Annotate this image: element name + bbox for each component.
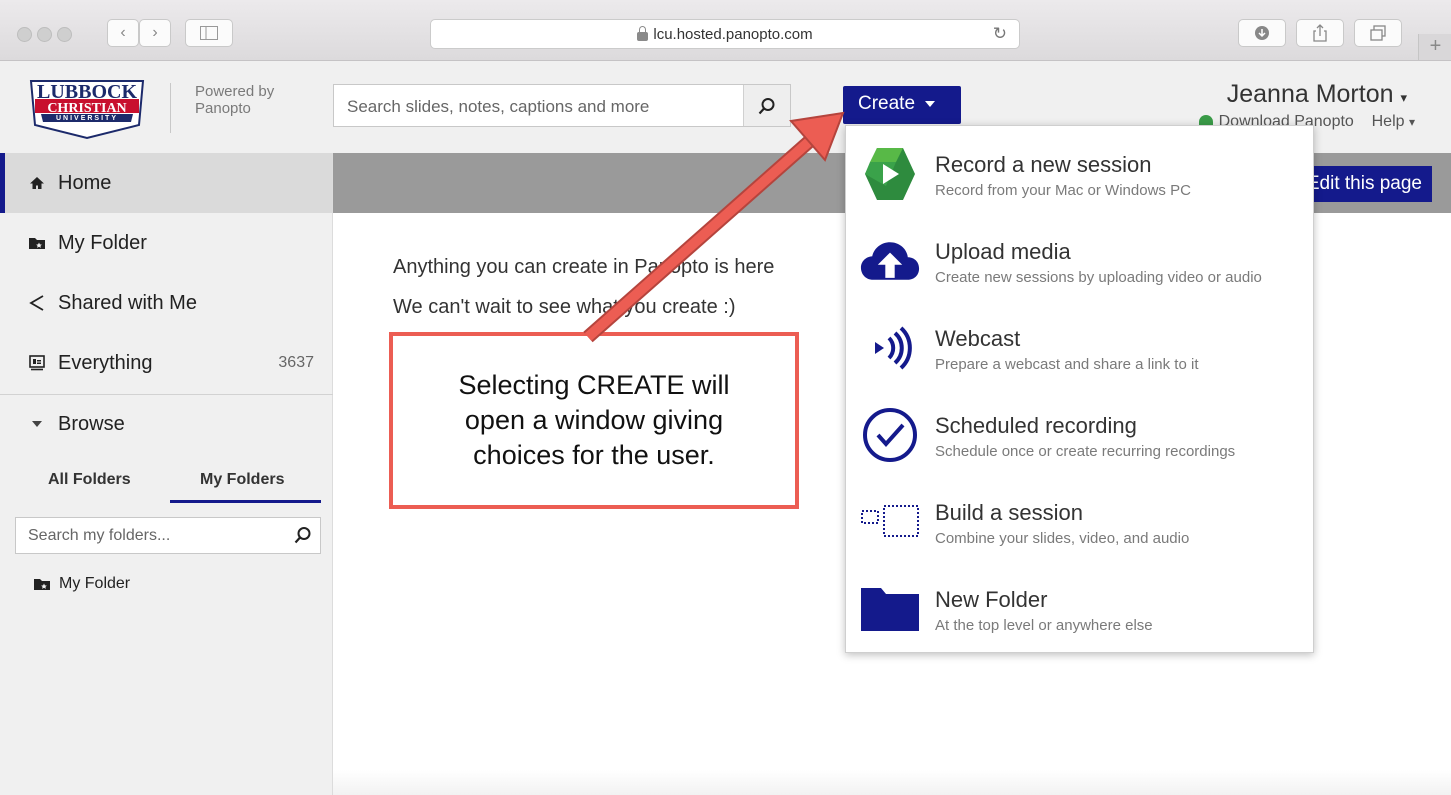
menu-item-scheduled-recording[interactable]: Scheduled recording Schedule once or cre…	[846, 393, 1313, 479]
folder-search-input[interactable]: Search my folders...	[28, 527, 170, 545]
new-tab-button[interactable]: +	[1418, 34, 1451, 60]
browse-toggle[interactable]: Browse	[0, 395, 332, 453]
callout-text: Selecting CREATE will open a window givi…	[458, 370, 730, 470]
menu-item-title: Webcast	[935, 326, 1021, 351]
panopto-record-icon	[860, 146, 920, 202]
folder-tabs: All Folders My Folders	[15, 467, 321, 503]
logo-line-3: UNIVERSITY	[55, 115, 118, 122]
folder-star-icon	[33, 577, 51, 591]
menu-item-subtitle: Combine your slides, video, and audio	[935, 530, 1190, 547]
user-menu[interactable]: Jeanna Morton ▾	[1227, 80, 1407, 109]
create-button-label: Create	[858, 93, 916, 114]
caret-down-icon	[28, 415, 46, 433]
cloud-upload-icon	[860, 233, 920, 289]
menu-item-subtitle: At the top level or anywhere else	[935, 617, 1153, 634]
address-bar[interactable]: lcu.hosted.panopto.com ↻	[430, 19, 1020, 49]
intro-text-line-2: We can't wait to see what you create :)	[393, 296, 736, 318]
menu-item-new-folder[interactable]: New Folder At the top level or anywhere …	[846, 567, 1313, 653]
download-icon	[1255, 26, 1269, 40]
search-input[interactable]: Search slides, notes, captions and more	[347, 97, 649, 117]
sidebar-item-label: Shared with Me	[58, 291, 197, 314]
share-button[interactable]	[1296, 19, 1344, 47]
create-menu: Record a new session Record from your Ma…	[845, 125, 1314, 653]
tab-all-folders[interactable]: All Folders	[48, 471, 131, 489]
sidebar-item-shared[interactable]: Shared with Me	[0, 273, 332, 333]
powered-by-name: Panopto	[195, 100, 251, 117]
minimize-window-icon[interactable]	[37, 27, 52, 42]
forward-icon: ›	[152, 24, 158, 41]
annotation-callout: Selecting CREATE will open a window givi…	[389, 332, 799, 509]
sidebar-item-everything[interactable]: Everything 3637	[0, 333, 332, 393]
powered-by-label: Powered by Panopto	[170, 83, 274, 133]
edit-page-label: Edit this page	[1306, 173, 1422, 194]
close-window-icon[interactable]	[17, 27, 32, 42]
search-icon	[758, 97, 775, 114]
sidebar-item-label: My Folder	[58, 231, 147, 254]
sidebar-item-my-folder[interactable]: My Folder	[0, 213, 332, 273]
tabs-button[interactable]	[1354, 19, 1402, 47]
help-caret-icon: ▾	[1408, 115, 1415, 129]
url-text: lcu.hosted.panopto.com	[653, 25, 813, 43]
menu-item-subtitle: Create new sessions by uploading video o…	[935, 269, 1262, 286]
search-icon[interactable]	[294, 526, 312, 549]
search-button[interactable]	[743, 85, 790, 126]
menu-item-webcast[interactable]: Webcast Prepare a webcast and share a li…	[846, 306, 1313, 392]
university-logo[interactable]: LUBBOCK CHRISTIAN UNIVERSITY	[27, 78, 147, 140]
menu-item-subtitle: Prepare a webcast and share a link to it	[935, 356, 1199, 373]
menu-item-title: New Folder	[935, 587, 1048, 612]
menu-item-title: Build a session	[935, 500, 1083, 525]
zoom-window-icon[interactable]	[57, 27, 72, 42]
active-tab-indicator	[170, 500, 321, 503]
user-name: Jeanna Morton	[1226, 80, 1394, 108]
browser-toolbar: ‹ › lcu.hosted.panopto.com ↻ +	[0, 0, 1451, 61]
sidebar: Home My Folder Shared with Me Everything…	[0, 153, 333, 795]
user-caret-icon: ▾	[1400, 90, 1407, 105]
reload-icon[interactable]: ↻	[993, 24, 1007, 44]
back-icon: ‹	[120, 24, 126, 41]
clock-icon	[860, 407, 920, 463]
menu-item-build-session[interactable]: Build a session Combine your slides, vid…	[846, 480, 1313, 566]
menu-item-subtitle: Record from your Mac or Windows PC	[935, 182, 1191, 199]
tabs-icon	[1370, 25, 1386, 41]
sidebar-toggle-button[interactable]	[185, 19, 233, 47]
everything-count: 3637	[278, 354, 314, 371]
folder-star-icon	[28, 234, 46, 252]
forward-button[interactable]: ›	[139, 19, 171, 47]
sidebar-item-label: Home	[58, 171, 112, 194]
menu-item-title: Upload media	[935, 239, 1071, 264]
bottom-strip	[333, 770, 1451, 795]
share-icon	[28, 294, 46, 312]
powered-by-text: Powered by	[195, 83, 275, 100]
menu-item-upload-media[interactable]: Upload media Create new sessions by uplo…	[846, 219, 1313, 305]
downloads-button[interactable]	[1238, 19, 1286, 47]
help-link[interactable]: Help	[1372, 113, 1405, 130]
browse-label: Browse	[58, 412, 125, 435]
build-session-icon	[860, 494, 920, 550]
intro-text-line-1: Anything you can create in Panopto is he…	[393, 256, 775, 278]
broadcast-icon	[860, 320, 920, 376]
chevron-down-icon	[925, 100, 936, 107]
sidebar-item-label: Everything	[58, 351, 153, 374]
menu-item-title: Scheduled recording	[935, 413, 1137, 438]
share-sheet-icon	[1313, 24, 1327, 42]
sidebar-toggle-icon	[200, 26, 218, 40]
create-button[interactable]: Create	[843, 86, 961, 124]
menu-item-subtitle: Schedule once or create recurring record…	[935, 443, 1236, 460]
tab-my-folders[interactable]: My Folders	[200, 471, 284, 489]
presentation-icon	[28, 354, 46, 372]
folder-search[interactable]: Search my folders...	[15, 517, 321, 554]
folder-icon	[860, 581, 920, 637]
home-icon	[28, 174, 46, 192]
menu-item-record-session[interactable]: Record a new session Record from your Ma…	[846, 132, 1313, 218]
back-button[interactable]: ‹	[107, 19, 139, 47]
menu-item-title: Record a new session	[935, 152, 1152, 177]
lock-icon	[637, 25, 649, 41]
tree-item-label: My Folder	[59, 575, 131, 592]
sidebar-item-home[interactable]: Home	[0, 153, 332, 213]
tree-item-my-folder[interactable]: My Folder	[33, 575, 130, 593]
global-search[interactable]: Search slides, notes, captions and more	[333, 84, 791, 127]
